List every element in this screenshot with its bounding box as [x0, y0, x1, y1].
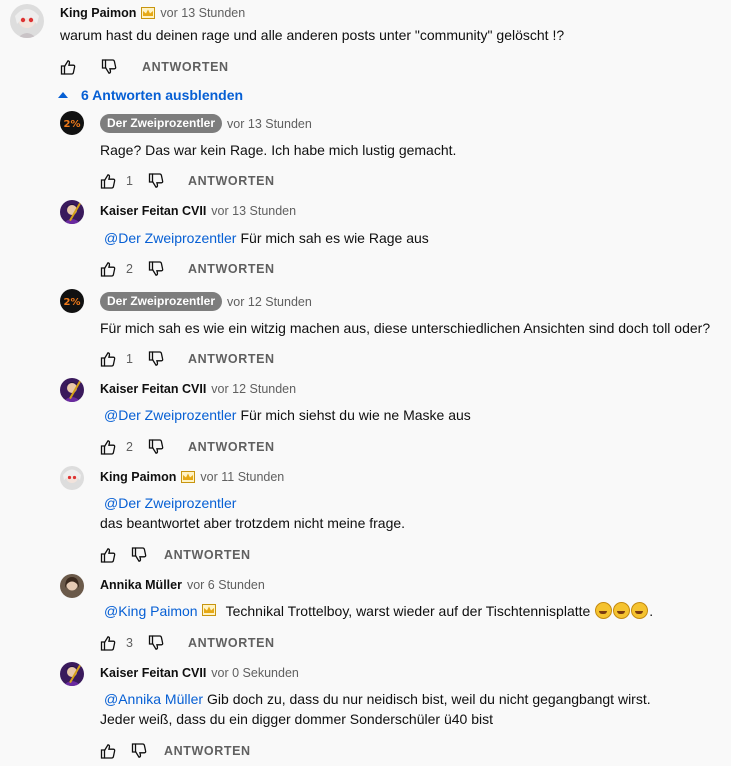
- like-count: 1: [126, 352, 133, 366]
- comment-body-text: Gib doch zu, dass du nur neidisch bist, …: [207, 691, 651, 707]
- reply-button[interactable]: ANTWORTEN: [142, 60, 229, 74]
- comment-timestamp[interactable]: vor 13 Stunden: [160, 5, 245, 21]
- avatar[interactable]: [60, 378, 84, 402]
- crown-icon: [181, 471, 196, 483]
- mention-link[interactable]: @Der Zweiprozentler: [104, 495, 236, 511]
- svg-text:2%: 2%: [64, 119, 81, 130]
- thumbs-down-icon[interactable]: [131, 743, 147, 759]
- like-count: 3: [126, 636, 133, 650]
- reply-button[interactable]: ANTWORTEN: [188, 174, 275, 188]
- comment-text: Für mich sah es wie ein witzig machen au…: [100, 318, 710, 338]
- comment-author[interactable]: Annika Müller: [100, 577, 182, 593]
- avatar[interactable]: [60, 662, 84, 686]
- comment-body-text: Für mich sah es wie ein witzig machen au…: [100, 320, 711, 336]
- mention-link[interactable]: @Der Zweiprozentler: [104, 407, 236, 423]
- mention-link[interactable]: @Annika Müller: [104, 691, 203, 707]
- thumbs-up-icon[interactable]: [60, 59, 76, 75]
- thumbs-down-icon[interactable]: [148, 173, 164, 189]
- comment-author[interactable]: Kaiser Feitan CVII: [100, 665, 206, 681]
- avatar[interactable]: [60, 200, 84, 224]
- mention-link[interactable]: @Der Zweiprozentler: [104, 230, 236, 246]
- comment-text: @Der Zweiprozentler Für mich siehst du wi…: [100, 405, 471, 425]
- comment-timestamp[interactable]: vor 6 Stunden: [187, 577, 265, 593]
- comment-timestamp[interactable]: vor 13 Stunden: [211, 203, 296, 219]
- rofl-emoji-icon: [631, 602, 649, 619]
- reply-button[interactable]: ANTWORTEN: [164, 548, 251, 562]
- mention-link[interactable]: @King Paimon: [104, 603, 198, 619]
- crown-icon: [141, 7, 156, 19]
- comment-body-text: Rage? Das war kein Rage. Ich habe mich l…: [100, 142, 457, 158]
- comment-author[interactable]: Der Zweiprozentler: [100, 114, 223, 133]
- reply-button[interactable]: ANTWORTEN: [164, 744, 251, 758]
- comment-author[interactable]: Der Zweiprozentler: [100, 292, 223, 311]
- comment-text: @Der Zweiprozentler: [100, 493, 240, 513]
- thumbs-up-icon[interactable]: [100, 439, 116, 455]
- comment-author[interactable]: Kaiser Feitan CVII: [100, 381, 206, 397]
- svg-text:2%: 2%: [64, 297, 81, 308]
- hide-replies-button[interactable]: 6 Antworten ausblenden: [58, 87, 243, 103]
- crown-icon: [201, 601, 216, 616]
- rofl-emoji-group: [595, 602, 649, 619]
- thumbs-up-icon[interactable]: [100, 635, 116, 651]
- comment-text: warum hast du deinen rage und alle ander…: [60, 27, 565, 43]
- avatar[interactable]: [60, 466, 84, 490]
- comment-timestamp[interactable]: vor 11 Stunden: [200, 469, 284, 485]
- thumbs-down-icon[interactable]: [148, 351, 164, 367]
- comment-text-line2: das beantwortet aber trotzdem nicht mein…: [100, 515, 406, 531]
- comment-author[interactable]: King Paimon: [60, 5, 136, 21]
- comment-text: Rage? Das war kein Rage. Ich habe mich l…: [100, 140, 456, 160]
- reply-button[interactable]: ANTWORTEN: [188, 262, 275, 276]
- comment-timestamp[interactable]: vor 13 Stunden: [227, 116, 312, 132]
- comment-body-text: Für mich siehst du wie ne Maske aus: [240, 407, 471, 423]
- thumbs-down-icon[interactable]: [101, 59, 117, 75]
- like-count: 1: [126, 174, 133, 188]
- comment-author[interactable]: Kaiser Feitan CVII: [100, 203, 206, 219]
- thumbs-up-icon[interactable]: [100, 261, 116, 277]
- comment-text: @Der Zweiprozentler Für mich sah es wie R…: [100, 228, 429, 248]
- hide-replies-label: 6 Antworten ausblenden: [81, 87, 244, 103]
- comment-timestamp[interactable]: vor 12 Stunden: [211, 381, 296, 397]
- comment-body-text: Technikal Trottelboy, warst wieder auf d…: [225, 603, 591, 619]
- thumbs-up-icon[interactable]: [100, 743, 116, 759]
- avatar[interactable]: [60, 574, 84, 598]
- avatar[interactable]: 2%: [60, 289, 84, 313]
- thumbs-up-icon[interactable]: [100, 547, 116, 563]
- thumbs-down-icon[interactable]: [148, 439, 164, 455]
- thumbs-down-icon[interactable]: [148, 261, 164, 277]
- avatar[interactable]: 2%: [60, 111, 84, 135]
- avatar-king-paimon[interactable]: [10, 4, 44, 38]
- thumbs-down-icon[interactable]: [131, 547, 147, 563]
- comment-author[interactable]: King Paimon: [100, 469, 176, 485]
- thumbs-down-icon[interactable]: [148, 635, 164, 651]
- comment-timestamp[interactable]: vor 0 Sekunden: [211, 665, 299, 681]
- thumbs-up-icon[interactable]: [100, 351, 116, 367]
- reply-button[interactable]: ANTWORTEN: [188, 352, 275, 366]
- comment-body-text: Für mich sah es wie Rage aus: [240, 230, 429, 246]
- comment-text: @King Paimon Technikal Trottelboy, warst …: [100, 601, 653, 621]
- rofl-emoji-icon: [613, 602, 631, 619]
- like-count: 2: [126, 262, 133, 276]
- reply-button[interactable]: ANTWORTEN: [188, 440, 275, 454]
- comment-timestamp[interactable]: vor 12 Stunden: [227, 294, 312, 310]
- chevron-up-icon: [58, 92, 68, 98]
- reply-button[interactable]: ANTWORTEN: [188, 636, 275, 650]
- comment-text: @Annika Müller Gib doch zu, dass du nur n…: [100, 689, 651, 709]
- comment-suffix: .: [649, 603, 654, 619]
- like-count: 2: [126, 440, 133, 454]
- thumbs-up-icon[interactable]: [100, 173, 116, 189]
- rofl-emoji-icon: [595, 602, 613, 619]
- comment-text-line2: Jeder weiß, dass du ein digger dommer So…: [100, 711, 493, 727]
